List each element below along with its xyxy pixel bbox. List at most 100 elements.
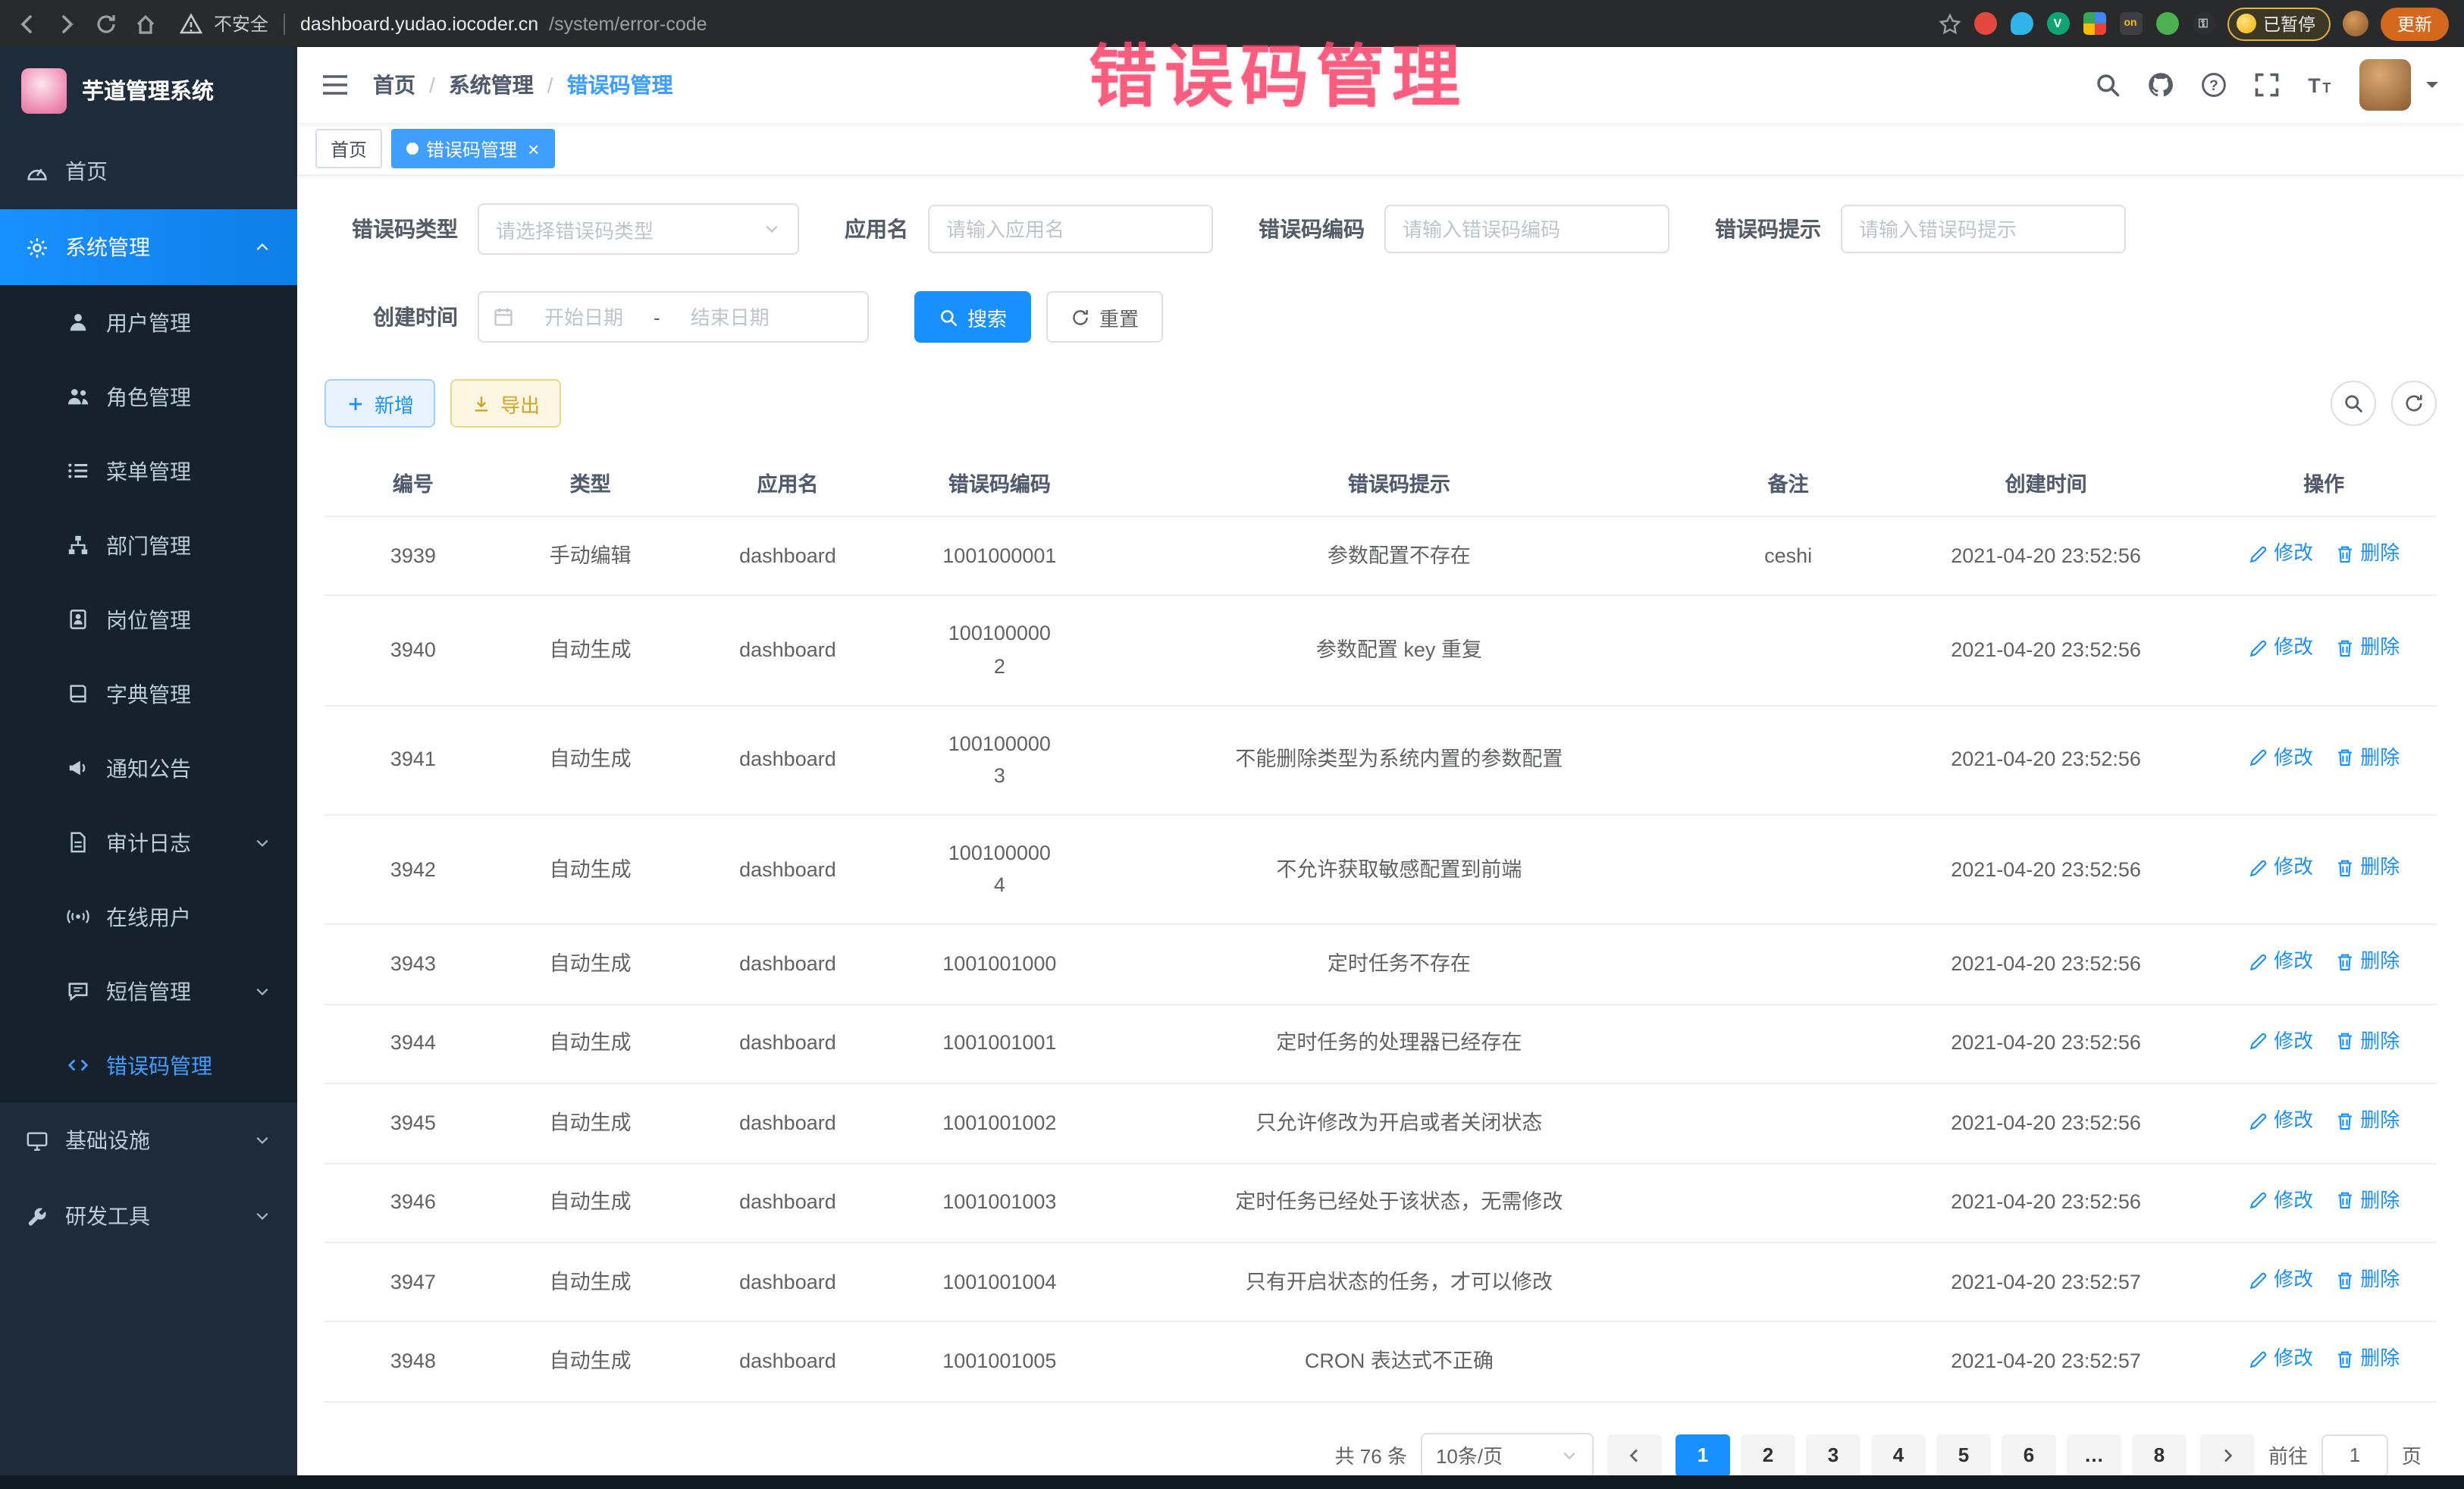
add-button[interactable]: 新增 <box>324 379 435 428</box>
delete-link[interactable]: 删除 <box>2334 633 2400 665</box>
browser-update-button[interactable]: 更新 <box>2381 7 2449 40</box>
sidebar-item-audit-log[interactable]: 审计日志 <box>0 805 297 879</box>
export-button[interactable]: 导出 <box>450 379 561 428</box>
edit-link[interactable]: 修改 <box>2248 633 2313 665</box>
pager-page-2[interactable]: 2 <box>1741 1434 1795 1477</box>
font-size-icon[interactable]: TT <box>2306 71 2334 99</box>
sidebar-item-dict[interactable]: 字典管理 <box>0 657 297 731</box>
delete-link[interactable]: 删除 <box>2334 742 2400 774</box>
pager-page-3[interactable]: 3 <box>1806 1434 1861 1477</box>
pager-page-8[interactable]: 8 <box>2132 1434 2187 1477</box>
delete-link[interactable]: 删除 <box>2334 538 2400 570</box>
delete-link[interactable]: 删除 <box>2334 1105 2400 1137</box>
pager-page-4[interactable]: 4 <box>1871 1434 1926 1477</box>
breadcrumb-item[interactable]: 系统管理 <box>449 70 534 100</box>
address-bar[interactable]: 不安全 dashboard.yudao.iocoder.cn/system/er… <box>170 11 1925 36</box>
red-extension-icon[interactable] <box>1973 12 1996 35</box>
refresh-table-button[interactable] <box>2391 381 2437 426</box>
drop-extension-icon[interactable] <box>2010 12 2033 35</box>
green-extension-icon[interactable] <box>2155 12 2178 35</box>
edit-link[interactable]: 修改 <box>2248 1105 2313 1137</box>
error-msg-input[interactable] <box>1841 205 2126 253</box>
edit-link[interactable]: 修改 <box>2248 851 2313 883</box>
delete-icon <box>2334 544 2354 564</box>
question-icon[interactable]: ? <box>2200 71 2227 99</box>
sidebar-item-menu[interactable]: 菜单管理 <box>0 434 297 508</box>
close-icon[interactable]: × <box>528 139 539 158</box>
on-badge-extension-icon[interactable]: on <box>2119 12 2142 35</box>
paused-extension-pill[interactable]: 已暂停 <box>2227 7 2331 40</box>
sidebar-logo[interactable]: 芋道管理系统 <box>0 47 297 133</box>
next-page-button[interactable] <box>2200 1434 2255 1477</box>
error-type-select[interactable]: 请选择错误码类型 <box>478 203 799 255</box>
toggle-search-button[interactable] <box>2331 381 2376 426</box>
reset-button[interactable]: 重置 <box>1046 291 1163 343</box>
github-icon[interactable] <box>2147 71 2174 99</box>
delete-link[interactable]: 删除 <box>2334 1344 2400 1376</box>
edit-link[interactable]: 修改 <box>2248 742 2313 774</box>
search-button[interactable]: 搜索 <box>914 291 1031 343</box>
pager-ellipsis[interactable]: … <box>2067 1434 2121 1477</box>
sidebar-item-sms[interactable]: 短信管理 <box>0 954 297 1028</box>
tag-首页[interactable]: 首页 <box>315 129 382 168</box>
edit-link[interactable]: 修改 <box>2248 1344 2313 1376</box>
back-icon[interactable] <box>15 11 39 36</box>
sidebar-item-online-user[interactable]: 在线用户 <box>0 879 297 954</box>
goto-suffix: 页 <box>2402 1441 2422 1470</box>
prev-page-button[interactable] <box>1607 1434 1662 1477</box>
delete-link[interactable]: 删除 <box>2334 946 2400 978</box>
edit-link[interactable]: 修改 <box>2248 1185 2313 1217</box>
pager-page-6[interactable]: 6 <box>2002 1434 2056 1477</box>
date-range-picker[interactable]: - <box>478 291 869 343</box>
user-avatar[interactable] <box>2359 59 2411 111</box>
error-code-input[interactable] <box>1384 205 1669 253</box>
search-icon[interactable] <box>2094 71 2121 99</box>
signal-icon <box>67 905 89 928</box>
edit-link[interactable]: 修改 <box>2248 1265 2313 1296</box>
hamburger-icon[interactable] <box>321 73 349 97</box>
delete-link[interactable]: 删除 <box>2334 1265 2400 1296</box>
sidebar-item-infra[interactable]: 基础设施 <box>0 1102 297 1178</box>
cell-app: dashboard <box>679 1322 897 1402</box>
delete-link[interactable]: 删除 <box>2334 1185 2400 1217</box>
monitor-icon <box>26 1129 49 1152</box>
delete-link[interactable]: 删除 <box>2334 1026 2400 1058</box>
edit-link[interactable]: 修改 <box>2248 538 2313 570</box>
sidebar-item-label: 在线用户 <box>106 901 271 932</box>
sidebar-item-dept[interactable]: 部门管理 <box>0 508 297 582</box>
sidebar-item-home[interactable]: 首页 <box>0 133 297 209</box>
caret-down-icon[interactable] <box>2425 77 2440 92</box>
sidebar-item-system[interactable]: 系统管理 <box>0 209 297 285</box>
sidebar-item-error-code[interactable]: 错误码管理 <box>0 1028 297 1102</box>
delete-label: 删除 <box>2360 538 2400 570</box>
breadcrumb-item[interactable]: 首页 <box>373 70 415 100</box>
sidebar-item-post[interactable]: 岗位管理 <box>0 582 297 657</box>
sidebar-item-notice[interactable]: 通知公告 <box>0 731 297 805</box>
pager-page-5[interactable]: 5 <box>1936 1434 1991 1477</box>
goto-page-input[interactable] <box>2321 1434 2388 1477</box>
green-v-extension-icon[interactable]: V <box>2046 12 2069 35</box>
end-date-input[interactable] <box>669 304 791 330</box>
app-name-input[interactable] <box>928 205 1213 253</box>
sidebar-item-devtool[interactable]: 研发工具 <box>0 1178 297 1254</box>
page-size-select[interactable]: 10条/页 <box>1421 1433 1594 1478</box>
bookmark-star-icon[interactable] <box>1937 11 1961 36</box>
toolbar-right <box>2331 381 2437 426</box>
pager-page-1[interactable]: 1 <box>1676 1434 1730 1477</box>
start-date-input[interactable] <box>523 304 644 330</box>
fullscreen-icon[interactable] <box>2253 71 2281 99</box>
cell-code: 1001001003 <box>896 1163 1102 1243</box>
tag-错误码管理[interactable]: 错误码管理× <box>391 129 554 168</box>
delete-link[interactable]: 删除 <box>2334 851 2400 883</box>
sidebar-item-role[interactable]: 角色管理 <box>0 359 297 434</box>
forward-icon[interactable] <box>55 11 79 36</box>
reload-icon[interactable] <box>94 11 118 36</box>
grid-extension-icon[interactable] <box>2083 12 2105 35</box>
chevron-right-icon <box>2218 1447 2237 1465</box>
sidebar-item-user[interactable]: 用户管理 <box>0 285 297 359</box>
edit-link[interactable]: 修改 <box>2248 946 2313 978</box>
browser-profile-avatar[interactable] <box>2343 11 2368 36</box>
edit-link[interactable]: 修改 <box>2248 1026 2313 1058</box>
home-icon[interactable] <box>133 11 158 36</box>
puzzle-extension-icon[interactable]: ⚿ <box>2192 12 2215 35</box>
